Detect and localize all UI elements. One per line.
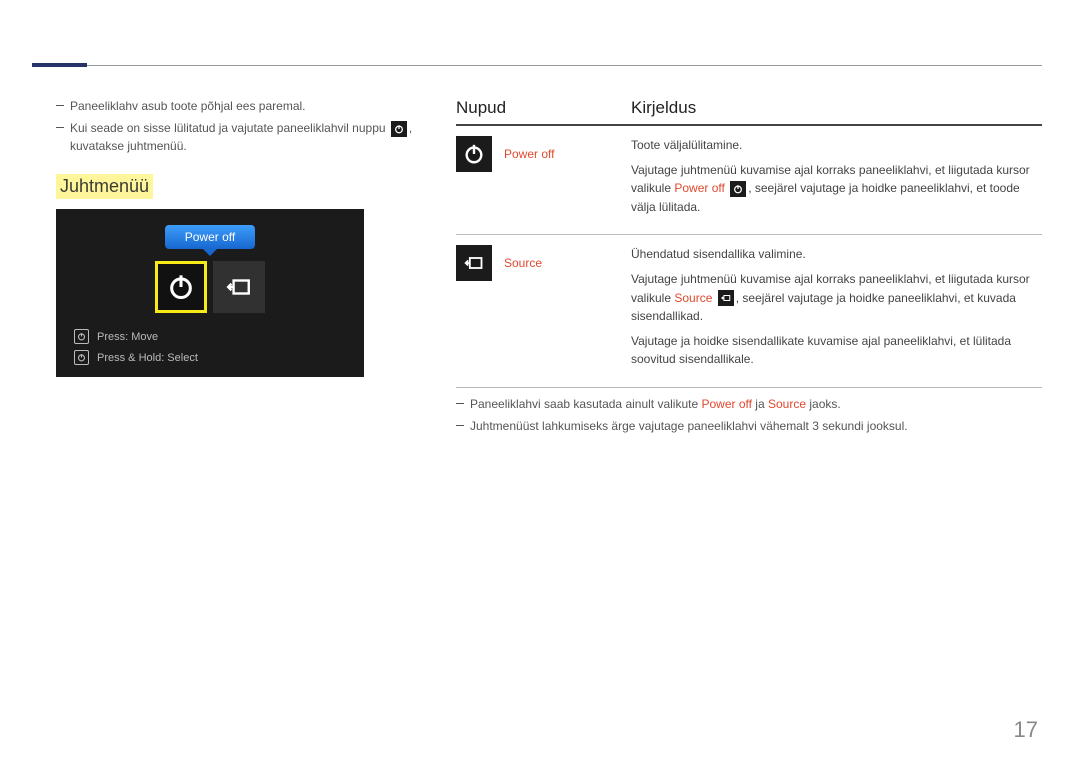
- desc-line: Toote väljalülitamine.: [631, 136, 1042, 155]
- txt: Paneeliklahvi saab kasutada ainult valik…: [470, 397, 701, 411]
- power-icon: [730, 181, 746, 197]
- section-title: Juhtmenüü: [56, 174, 153, 199]
- source-label: Source: [504, 256, 542, 270]
- hint-text: Press: Move: [97, 331, 158, 343]
- txt-red: Power off: [674, 181, 724, 195]
- note-text-a: Kui seade on sisse lülitatud ja vajutate…: [70, 121, 386, 135]
- left-column: Paneeliklahv asub toote põhjal ees parem…: [56, 98, 428, 377]
- cell-description: Toote väljalülitamine. Vajutage juhtmenü…: [631, 136, 1042, 222]
- footnote-1: Paneeliklahvi saab kasutada ainult valik…: [456, 396, 1042, 413]
- footnotes: Paneeliklahvi saab kasutada ainult valik…: [456, 396, 1042, 436]
- power-icon: [391, 121, 407, 137]
- source-icon: [718, 290, 734, 306]
- power-icon: [456, 136, 492, 172]
- menu-panel: Power off Press: Move Press & Hold: Sele…: [56, 209, 364, 377]
- txt-red: Power off: [701, 397, 751, 411]
- header-divider: [32, 65, 1042, 66]
- desc-line: Vajutage juhtmenüü kuvamise ajal korraks…: [631, 161, 1042, 217]
- desc-line: Ühendatud sisendallika valimine.: [631, 245, 1042, 264]
- page-number: 17: [1014, 717, 1038, 743]
- cell-description: Ühendatud sisendallika valimine. Vajutag…: [631, 245, 1042, 375]
- txt: jaoks.: [806, 397, 841, 411]
- power-off-button[interactable]: [155, 261, 207, 313]
- cell-button: Source: [456, 245, 631, 281]
- table-row-source: Source Ühendatud sisendallika valimine. …: [456, 235, 1042, 388]
- power-off-label-bubble: Power off: [165, 225, 255, 249]
- txt-red: Source: [768, 397, 806, 411]
- press-hold-icon: [74, 350, 89, 365]
- intro-note-2: Kui seade on sisse lülitatud ja vajutate…: [56, 120, 428, 155]
- desc-line: Vajutage juhtmenüü kuvamise ajal korraks…: [631, 270, 1042, 326]
- txt: Juhtmenüüst lahkumiseks ärge vajutage pa…: [470, 419, 908, 433]
- txt-red: Source: [674, 291, 712, 305]
- header-accent: [32, 63, 87, 67]
- hint-block: Press: Move Press & Hold: Select: [56, 329, 364, 365]
- right-column: Nupud Kirjeldus Power off Toote väljalül…: [456, 98, 1042, 441]
- power-off-label: Power off: [504, 147, 554, 161]
- source-button[interactable]: [213, 261, 265, 313]
- hint-press-move: Press: Move: [74, 329, 364, 344]
- cell-button: Power off: [456, 136, 631, 172]
- desc-line: Vajutage ja hoidke sisendallikate kuvami…: [631, 332, 1042, 369]
- txt: ja: [752, 397, 768, 411]
- press-icon: [74, 329, 89, 344]
- intro-note-1: Paneeliklahv asub toote põhjal ees parem…: [56, 98, 428, 115]
- header-nupud: Nupud: [456, 98, 631, 118]
- menu-button-row: [56, 261, 364, 313]
- table-row-power-off: Power off Toote väljalülitamine. Vajutag…: [456, 126, 1042, 235]
- hint-press-hold: Press & Hold: Select: [74, 350, 364, 365]
- footnote-2: Juhtmenüüst lahkumiseks ärge vajutage pa…: [456, 418, 1042, 435]
- source-icon: [456, 245, 492, 281]
- note-text: Paneeliklahv asub toote põhjal ees parem…: [70, 99, 306, 113]
- header-kirjeldus: Kirjeldus: [631, 98, 1042, 118]
- table-header: Nupud Kirjeldus: [456, 98, 1042, 126]
- hint-text: Press & Hold: Select: [97, 352, 198, 364]
